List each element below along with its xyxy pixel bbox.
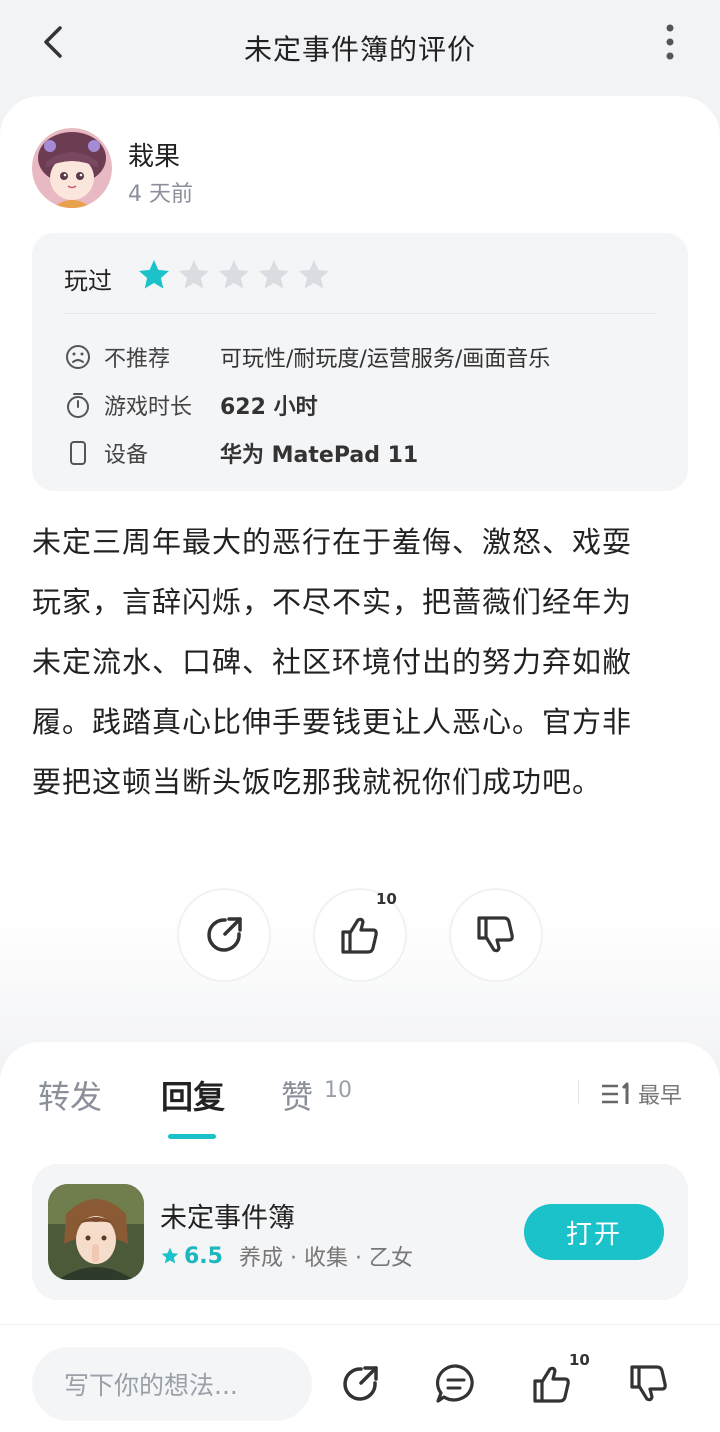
game-score: 6.5 (184, 1243, 223, 1269)
review-line: 未定三周年最大的恶行在于羞侮、激怒、戏耍 (32, 525, 633, 559)
share-button[interactable] (177, 888, 271, 982)
comment-icon[interactable] (433, 1361, 479, 1407)
divider (578, 1080, 579, 1104)
game-name: 未定事件簿 (160, 1203, 295, 1234)
game-icon (48, 1184, 144, 1280)
dislike-button[interactable] (449, 888, 543, 982)
info-value: 可玩性/耐玩度/运营服务/画面音乐 (220, 347, 551, 372)
like-count: 10 (376, 890, 397, 908)
game-tags: 养成 · 收集 · 乙女 (238, 1246, 413, 1271)
played-status: 玩过 (64, 267, 112, 295)
review-author[interactable]: 栽果 (128, 136, 180, 173)
review-time: 4 天前 (128, 182, 193, 207)
review-line: 未定流水、口碑、社区环境付出的努力弃如敝 (32, 645, 633, 679)
open-game-button[interactable]: 打开 (524, 1204, 664, 1260)
review-line: 要把这顿当断头饭吃那我就祝你们成功吧。 (32, 765, 603, 799)
sort-label: 最早 (638, 1084, 683, 1109)
info-value: 622 小时 (220, 395, 318, 420)
info-label: 游戏时长 (104, 395, 193, 420)
tab-likes[interactable]: 赞 (281, 1072, 313, 1118)
info-label: 设备 (104, 443, 149, 468)
star-empty-icon (259, 260, 289, 289)
stopwatch-icon (67, 393, 89, 418)
sort-icon (602, 1082, 629, 1104)
review-line: 玩家，言辞闪烁，不尽不实，把蔷薇们经年为 (32, 585, 633, 619)
sort-button[interactable]: 最早 (600, 1078, 682, 1110)
frown-icon (66, 345, 90, 369)
share-icon[interactable] (337, 1361, 383, 1407)
star-icon (161, 1247, 179, 1264)
star-empty-icon (299, 260, 329, 289)
thumbs-down-icon[interactable] (626, 1361, 672, 1407)
divider (64, 313, 656, 314)
info-value: 华为 MatePad 11 (220, 443, 419, 468)
info-label: 不推荐 (104, 347, 171, 372)
rating-stars (136, 257, 332, 293)
info-row-device: 设备 华为 MatePad 11 (64, 437, 418, 469)
device-icon (70, 441, 86, 465)
active-tab-indicator (168, 1134, 216, 1139)
review-info-box: 玩过 不推荐 可玩性/耐玩度/运营服务/画面音乐 游戏时长 622 小时 设备 … (32, 233, 688, 491)
avatar[interactable] (32, 128, 112, 208)
tab-forward[interactable]: 转发 (38, 1072, 102, 1118)
page-title: 未定事件簿的评价 (243, 33, 476, 66)
info-row-playtime: 游戏时长 622 小时 (64, 389, 318, 421)
info-row-recommend: 不推荐 可玩性/耐玩度/运营服务/画面音乐 (64, 341, 550, 373)
tab-reply[interactable]: 回复 (161, 1072, 225, 1118)
share-icon (207, 917, 242, 952)
bottom-bar: 写下你的想法... 10 (0, 1324, 720, 1432)
review-line: 履。践踏真心比伸手要钱更让人恶心。官方非 (32, 705, 633, 739)
star-filled-icon (139, 260, 169, 289)
top-bar: 未定事件簿的评价 (0, 0, 720, 96)
bottom-like-count: 10 (569, 1351, 590, 1369)
thumbs-up-icon (341, 917, 378, 954)
star-empty-icon (179, 260, 209, 289)
star-empty-icon (219, 260, 249, 289)
more-vertical-icon[interactable] (660, 20, 680, 64)
tab-likes-count: 10 (324, 1078, 352, 1103)
chevron-left-icon[interactable] (34, 22, 74, 62)
game-card[interactable]: 未定事件簿 6.5 养成 · 收集 · 乙女 打开 (32, 1164, 688, 1300)
review-body: 未定三周年最大的恶行在于羞侮、激怒、戏耍 玩家，言辞闪烁，不尽不实，把蔷薇们经年… (32, 512, 692, 812)
comment-input[interactable]: 写下你的想法... (32, 1347, 312, 1421)
thumbs-down-icon (477, 916, 514, 953)
game-meta: 6.5 养成 · 收集 · 乙女 (160, 1240, 413, 1272)
